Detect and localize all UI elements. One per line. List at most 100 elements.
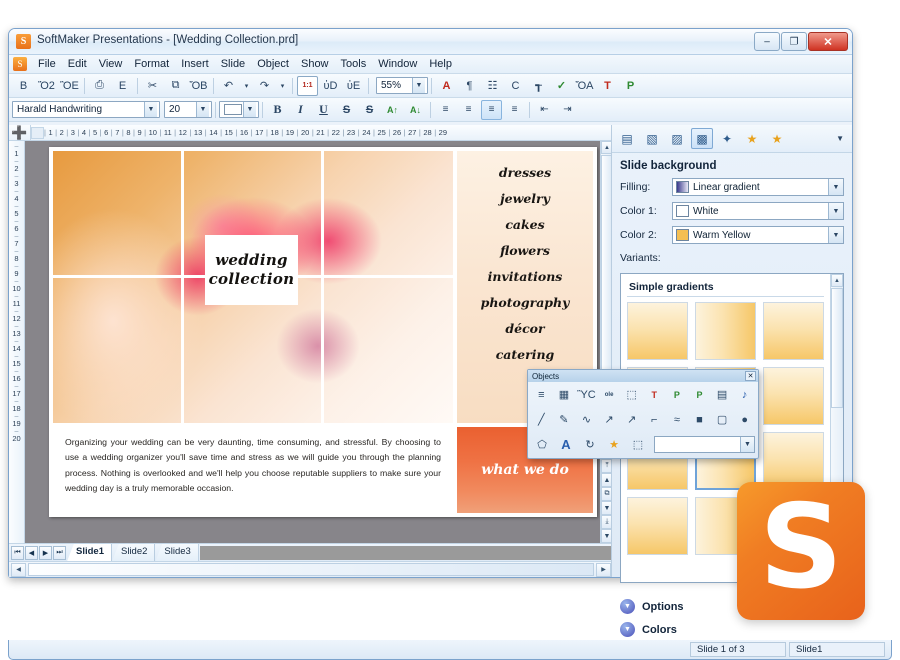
previous-slide-button[interactable]: ◀ [25, 546, 38, 560]
format-painter-button[interactable]: ὘C [505, 76, 526, 96]
title-card[interactable]: wedding collection [205, 235, 298, 305]
chevron-down-icon[interactable]: ▼ [740, 437, 754, 452]
slide-layout-icon[interactable]: ▤ [616, 128, 638, 149]
decrease-font-size-button[interactable]: A↓ [405, 100, 426, 120]
colors-section[interactable]: ▼ Colors [612, 618, 852, 641]
body-text-frame[interactable]: Organizing your wedding can be very daun… [53, 427, 453, 513]
spellcheck-button[interactable]: ✓ [551, 76, 572, 96]
align-center-button[interactable]: ≡ [481, 100, 502, 120]
menu-item-object[interactable]: Object [251, 56, 295, 72]
star-tool[interactable]: ★ [603, 434, 625, 455]
menu-item-slide[interactable]: Slide [215, 56, 251, 72]
slide-tab-slide1[interactable]: Slide1 [67, 544, 112, 562]
print-button[interactable]: ⎙ [89, 76, 110, 96]
master-slide-icon[interactable]: ▧ [641, 128, 663, 149]
slide-canvas[interactable]: wedding collection dresses jewelry cakes fl… [25, 141, 613, 543]
slide-surface[interactable]: wedding collection dresses jewelry cakes fl… [49, 147, 597, 517]
cut-button[interactable]: ✂ [142, 76, 163, 96]
chevron-down-icon[interactable]: ▼ [196, 102, 209, 117]
media-object-tool[interactable]: ▤ [712, 384, 733, 405]
bullet-list-button[interactable]: ☷ [482, 76, 503, 96]
font-size-combo[interactable]: 20 ▼ [164, 101, 212, 118]
autoshape-tool[interactable]: ⬠ [531, 434, 553, 455]
variant-swatch[interactable] [763, 302, 824, 360]
chart-button[interactable]: ὌA [574, 76, 595, 96]
ellipse-tool[interactable]: ● [734, 409, 755, 430]
menu-item-view[interactable]: View [93, 56, 129, 72]
zoom-selection-button[interactable]: ὐD [320, 76, 341, 96]
copy-button[interactable]: ⧉ [165, 76, 186, 96]
connector-curved-tool[interactable]: ≈ [667, 409, 688, 430]
variant-swatch[interactable] [627, 497, 688, 555]
font-color-combo[interactable]: ▼ [219, 101, 259, 118]
chevron-down-icon[interactable]: ▼ [144, 102, 157, 117]
freehand-tool[interactable]: ✎ [554, 409, 575, 430]
chevron-down-circle-icon[interactable]: ▼ [620, 599, 635, 614]
slide-background-icon[interactable]: ▩ [691, 128, 713, 149]
animation-icon[interactable]: ★ [741, 128, 763, 149]
wedding-photo[interactable]: wedding collection [53, 151, 453, 423]
chevron-down-icon[interactable]: ▼ [243, 102, 256, 117]
redo-dropdown[interactable]: ▾ [277, 76, 288, 96]
table-frame-tool[interactable]: ▦ [554, 384, 575, 405]
zoom-button[interactable]: ὐE [343, 76, 364, 96]
ole-object-tool[interactable]: ole [599, 384, 620, 405]
close-button[interactable]: ✕ [808, 32, 848, 51]
select-objects-tool[interactable]: ⬚ [627, 434, 649, 455]
color-scheme-icon[interactable]: ▨ [666, 128, 688, 149]
underline-button[interactable]: U [313, 100, 334, 120]
chevron-down-circle-icon[interactable]: ▼ [620, 622, 635, 637]
menu-item-window[interactable]: Window [372, 56, 423, 72]
transition-icon[interactable]: ✦ [716, 128, 738, 149]
chevron-down-icon[interactable]: ▼ [828, 179, 843, 195]
align-left-button[interactable]: ≡ [435, 100, 456, 120]
filling-dropdown[interactable]: Linear gradient ▼ [672, 178, 844, 196]
variant-swatch[interactable] [763, 367, 824, 425]
first-slide-button[interactable]: ⏮ [11, 546, 24, 560]
rotate-tool[interactable]: ↻ [579, 434, 601, 455]
zoom-actual-size-button[interactable]: 1:1 [297, 76, 318, 96]
connector-angled-tool[interactable]: ⌐ [644, 409, 665, 430]
open-button[interactable]: Ὄ2 [36, 76, 57, 96]
scroll-left-button[interactable]: ◀ [11, 563, 26, 577]
table-button[interactable]: ┱ [528, 76, 549, 96]
objects-style-dropdown[interactable]: ▼ [654, 436, 755, 453]
picture-frame-tool[interactable]: ὛC [576, 384, 597, 405]
bold-button[interactable]: B [267, 100, 288, 120]
align-justify-button[interactable]: ≡ [504, 100, 525, 120]
menu-item-help[interactable]: Help [423, 56, 458, 72]
group-tool[interactable]: ⬚ [621, 384, 642, 405]
horizontal-scrollbar[interactable]: ◀ ▶ [9, 561, 613, 577]
maximize-button[interactable]: ❐ [781, 32, 807, 51]
menu-item-format[interactable]: Format [128, 56, 175, 72]
chevron-down-icon[interactable]: ▼ [828, 203, 843, 219]
export-pdf-button[interactable]: ὜E [112, 76, 133, 96]
presentations-object-tool[interactable]: P [689, 384, 710, 405]
connector-straight-tool[interactable]: ↗ [621, 409, 642, 430]
text-frame-tool[interactable]: ≡ [531, 384, 552, 405]
paragraph-format-button[interactable]: ¶ [459, 76, 480, 96]
horizontal-scroll-thumb[interactable] [28, 563, 594, 576]
chevron-down-icon[interactable]: ▼ [836, 134, 848, 143]
font-name-combo[interactable]: Harald Handwriting ▼ [12, 101, 160, 118]
menu-item-file[interactable]: File [32, 56, 62, 72]
chevron-down-icon[interactable]: ▼ [412, 78, 425, 93]
rectangle-tool[interactable]: ■ [689, 409, 710, 430]
next-slide-button[interactable]: ▶ [39, 546, 52, 560]
align-right-button[interactable]: ≡ [458, 100, 479, 120]
textmaker-object-tool[interactable]: T [644, 384, 665, 405]
increase-indent-button[interactable]: ⇥ [557, 100, 578, 120]
save-button[interactable]: ὋE [59, 76, 80, 96]
vertical-ruler[interactable]: –1–2–3–4–5–6–7–8–9–10–11–12–13–14–15–16–… [9, 141, 25, 543]
arttext-tool[interactable]: A [555, 434, 577, 455]
scroll-right-button[interactable]: ▶ [596, 563, 611, 577]
clear-formatting-button[interactable]: S [359, 100, 380, 120]
decrease-indent-button[interactable]: ⇤ [534, 100, 555, 120]
objects-palette-close-button[interactable]: ✕ [745, 371, 756, 381]
menu-item-edit[interactable]: Edit [62, 56, 93, 72]
zoom-combo[interactable]: 55% ▼ [376, 77, 428, 94]
variant-swatch[interactable] [695, 302, 756, 360]
menu-item-insert[interactable]: Insert [175, 56, 215, 72]
horizontal-ruler[interactable]: ➕ | 1 | 2 | 3 | 4 | 5 | 6 | 7 | 8 | 9 | 10 | 11 | 12 | 13 | 14 | 15 | 1… [9, 125, 613, 141]
italic-button[interactable]: I [290, 100, 311, 120]
